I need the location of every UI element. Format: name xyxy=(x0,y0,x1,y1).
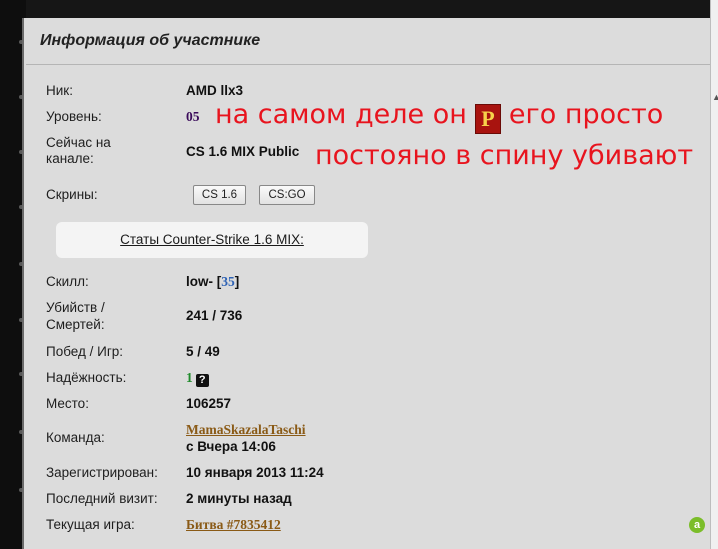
skill-label: Скилл: xyxy=(46,274,89,289)
annotation-line1: на самом деле он Pего просто xyxy=(215,100,663,134)
team-label: Команда: xyxy=(46,430,105,445)
team-link[interactable]: MamaSkazalaTaschi xyxy=(186,422,306,438)
level-label: Уровень: xyxy=(46,109,102,124)
page-title: Информация об участнике xyxy=(40,32,261,49)
p-badge-icon: P xyxy=(474,104,501,134)
current-game-label: Текущая игра: xyxy=(46,517,135,532)
kd-value: 241 / 736 xyxy=(186,308,243,323)
last-visit-value: 2 минуты назад xyxy=(186,491,292,506)
reliability-value-wrap: 1? xyxy=(186,370,209,387)
current-game-link[interactable]: Битва #7835412 xyxy=(186,517,281,533)
registered-value: 10 января 2013 11:24 xyxy=(186,465,324,480)
kd-label-line1: Убийств / xyxy=(46,300,105,315)
annotation-line2: постояно в спину убивают xyxy=(315,140,694,171)
stats-header-box: Статы Counter-Strike 1.6 MIX: xyxy=(56,222,368,258)
channel-value: CS 1.6 MIX Public xyxy=(186,144,300,159)
reliability-label: Надёжность: xyxy=(46,370,127,385)
last-visit-label: Последний визит: xyxy=(46,491,158,506)
stats-link[interactable]: Статы Counter-Strike 1.6 MIX: xyxy=(120,232,304,247)
help-icon[interactable]: ? xyxy=(195,374,209,387)
registered-label: Зарегистрирован: xyxy=(46,465,158,480)
annotation-part1: на самом деле он xyxy=(215,99,467,130)
skill-number: 35 xyxy=(221,274,235,289)
nick-label: Ник: xyxy=(46,83,73,98)
channel-label-line2: каналe: xyxy=(46,151,94,166)
wins-value: 5 / 49 xyxy=(186,344,220,359)
scrollbar[interactable] xyxy=(710,0,718,549)
team-since: с Вчера 14:06 xyxy=(186,439,276,454)
scroll-up-icon[interactable]: ▲ xyxy=(712,92,718,102)
skill-value: low- [35] xyxy=(186,274,240,289)
channel-label-line1: Сейчас на xyxy=(46,135,111,150)
cs16-screens-button[interactable]: CS 1.6 xyxy=(193,185,246,205)
annotation-part2: его просто xyxy=(508,99,664,130)
level-value: 05 xyxy=(186,109,200,124)
adblock-icon[interactable]: a xyxy=(689,517,705,533)
skill-text: low- xyxy=(186,274,213,289)
reliability-value: 1 xyxy=(186,370,193,385)
place-label: Место: xyxy=(46,396,89,411)
nick-value: AMD llx3 xyxy=(186,83,244,98)
header-divider xyxy=(26,64,710,65)
place-value: 106257 xyxy=(186,396,232,411)
top-strip xyxy=(0,0,718,18)
csgo-screens-button[interactable]: CS:GO xyxy=(259,185,315,205)
screens-label: Скрины: xyxy=(46,187,98,202)
kd-label-line2: Смертей: xyxy=(46,317,105,332)
wins-label: Побед / Игр: xyxy=(46,344,124,359)
